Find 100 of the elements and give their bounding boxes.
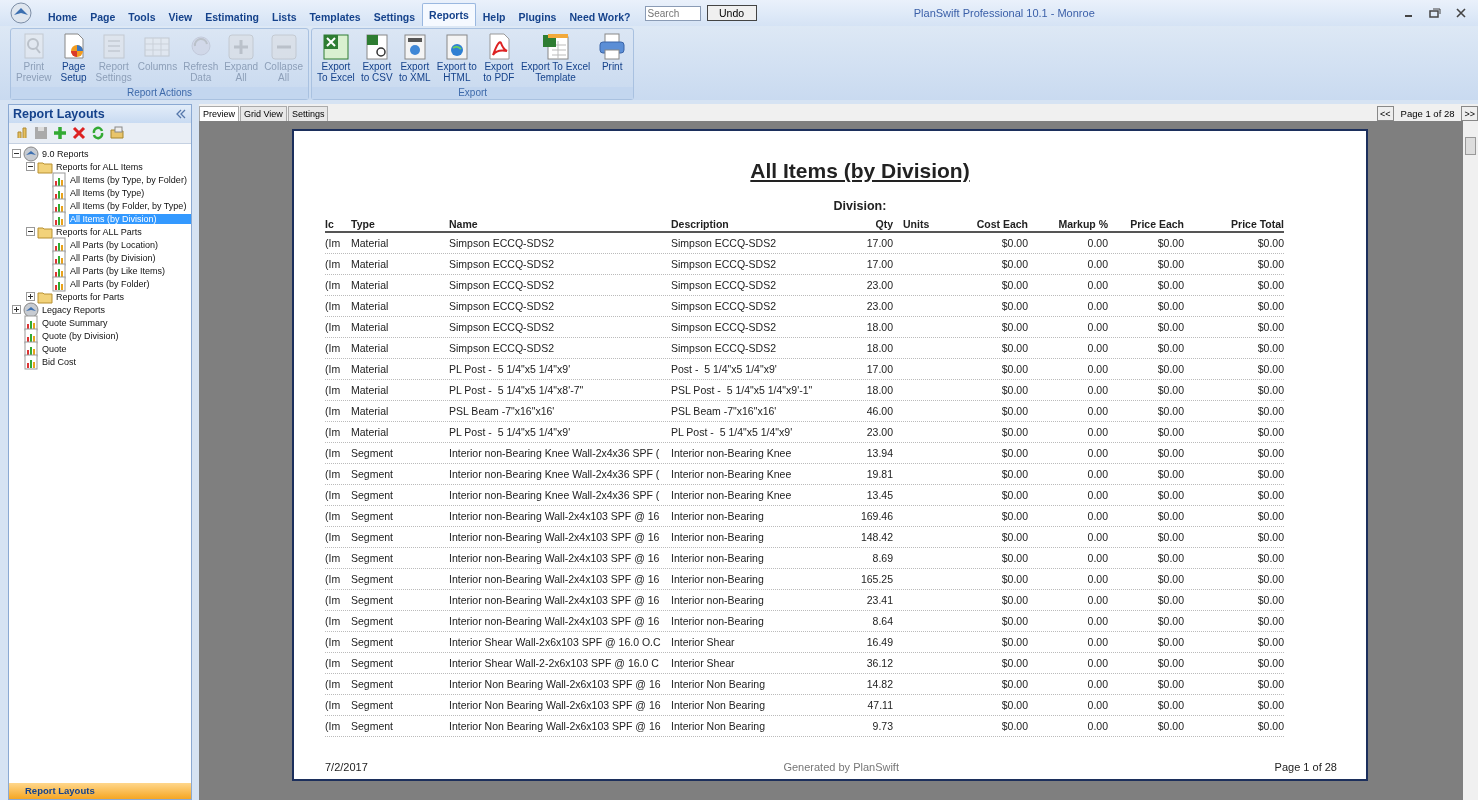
ribbon-button[interactable]: Export to HTML [433, 29, 480, 87]
table-cell-text: Segment [351, 489, 395, 501]
table-cell-text: 23.00 [865, 300, 893, 312]
folder-icon[interactable] [110, 126, 124, 140]
ribbon-button[interactable]: Export to XML [395, 29, 434, 87]
window-title: PlanSwift Professional 10.1 - Monroe [912, 7, 1096, 19]
table-cell-text: Simpson ECCQ-SDS2 [449, 279, 556, 291]
table-cell-text: 0.00 [1086, 552, 1108, 564]
table-cell-text: $0.00 [1156, 447, 1184, 459]
tree-item[interactable]: Quote Summary [41, 317, 109, 328]
table-cell-text: Simpson ECCQ-SDS2 [449, 321, 556, 333]
tree-item[interactable]: Quote (by Division) [41, 330, 120, 341]
table-cell-text: Interior non-Bearing [671, 510, 765, 522]
tree-item[interactable]: Reports for ALL Parts [55, 226, 143, 237]
tree-item[interactable]: 9.0 Reports [41, 148, 90, 159]
menu-tab[interactable]: Reports [422, 3, 476, 26]
ribbon-button[interactable]: Page Setup [54, 29, 93, 87]
undo-button[interactable]: Undo [706, 5, 757, 21]
tree-item[interactable]: Reports for Parts [55, 291, 126, 302]
menu-tab[interactable]: Home [42, 8, 84, 26]
menu-tab[interactable]: View [162, 8, 199, 26]
search-field[interactable]: Search [644, 5, 701, 21]
table-cell-text: (Im [325, 447, 342, 459]
collapse-icon[interactable] [26, 227, 35, 236]
preview-mode-tab[interactable]: Preview [199, 106, 239, 121]
expand-icon[interactable] [12, 305, 21, 314]
table-cell-text: Segment [351, 510, 395, 522]
ribbon-button[interactable]: Export To Excel [314, 29, 358, 87]
table-cell-text: $0.00 [1156, 552, 1184, 564]
ribbon-button[interactable]: Export to CSV [357, 29, 396, 87]
ribbon-button[interactable]: Print [593, 29, 632, 87]
add-icon[interactable] [53, 126, 67, 140]
table-cell-text: Segment [351, 657, 395, 669]
ribbon-button[interactable]: Export to PDF [479, 29, 518, 87]
group-label: Report Actions [11, 87, 309, 99]
tree-item[interactable]: All Parts (by Like Items) [69, 265, 167, 276]
tree-item[interactable]: All Items (by Folder, by Type) [69, 200, 188, 211]
table-cell-text: Interior non-Bearing Knee [671, 468, 793, 480]
table-cell-text: Segment [351, 468, 395, 480]
menu-tab[interactable]: Templates [303, 8, 367, 26]
tree-item[interactable]: All Parts (by Location) [69, 239, 160, 250]
table-cell-text: Interior Shear Wall-2-2x6x103 SPF @ 16.0 C [449, 657, 660, 669]
table-cell-text: $0.00 [1000, 342, 1028, 354]
table-cell-text: Interior non-Bearing [671, 552, 765, 564]
panel-footer-tab[interactable]: Report Layouts [9, 783, 191, 799]
table-cell-text: $0.00 [1256, 405, 1284, 417]
table-cell-text: Material [351, 342, 390, 354]
tree-item[interactable]: Reports for ALL Items [55, 161, 144, 172]
collapse-icon[interactable] [26, 162, 35, 171]
bar-chart-icon [51, 197, 67, 214]
menu-tab[interactable]: Settings [367, 8, 422, 26]
menu-tab[interactable]: Tools [122, 8, 162, 26]
table-cell-text: 0.00 [1086, 426, 1108, 438]
tree-item[interactable]: All Parts (by Division) [69, 252, 157, 263]
table-cell-text: Material [351, 426, 390, 438]
tree-item[interactable]: All Parts (by Folder) [69, 278, 151, 289]
table-cell-text: 8.64 [871, 615, 893, 627]
tree-item[interactable]: Quote [41, 343, 68, 354]
table-cell-text: Interior Non Bearing [671, 720, 766, 732]
menu-tab[interactable]: Plugins [512, 8, 563, 26]
table-cell-text: 17.00 [865, 237, 893, 249]
table-cell-text: $0.00 [1000, 615, 1028, 627]
table-cell-text: PSL Beam -7"x16"x16' [449, 405, 556, 417]
menu-tab[interactable]: Help [476, 8, 512, 26]
table-cell-text: $0.00 [1156, 615, 1184, 627]
report-title: All Items (by Division) [750, 159, 970, 183]
tree-item[interactable]: All Items (by Type, by Folder) [69, 174, 188, 185]
table-cell-text: $0.00 [1256, 237, 1284, 249]
restore-icon[interactable] [1428, 6, 1442, 20]
table-cell-text: $0.00 [1000, 405, 1028, 417]
table-cell-text: Interior non-Bearing Knee [671, 489, 793, 501]
menu-tab[interactable]: Lists [265, 8, 303, 26]
collapse-icon[interactable] [12, 149, 21, 158]
table-cell-text: (Im [325, 699, 342, 711]
tree-item[interactable]: Bid Cost [41, 356, 77, 367]
next-page-button[interactable]: >> [1461, 106, 1478, 121]
table-cell-text: 19.81 [865, 468, 893, 480]
expand-icon[interactable] [26, 292, 35, 301]
delete-icon[interactable] [72, 126, 86, 140]
previous-page-button[interactable]: << [1377, 106, 1394, 121]
table-cell-text: $0.00 [1000, 699, 1028, 711]
generator-note: Generated by PlanSwift [783, 761, 899, 773]
scroll-thumb[interactable] [1465, 137, 1476, 155]
scrollbar[interactable] [1463, 121, 1478, 800]
table-cell-text: $0.00 [1000, 321, 1028, 333]
ribbon-button[interactable]: Export To Excel Template [517, 29, 594, 87]
table-cell-text: (Im [325, 300, 342, 312]
close-icon[interactable] [1454, 6, 1468, 20]
menu-tab[interactable]: Need Work? [563, 8, 637, 26]
group-label: Export [312, 87, 634, 99]
table-cell-text: (Im [325, 720, 342, 732]
menu-tab[interactable]: Estimating [199, 8, 265, 26]
tree-item[interactable]: Legacy Reports [41, 304, 107, 315]
menu-tab[interactable]: Page [84, 8, 122, 26]
table-cell-text: $0.00 [1256, 279, 1284, 291]
table-cell-text: $0.00 [1256, 510, 1284, 522]
table-cell-text: $0.00 [1256, 300, 1284, 312]
preview-mode-tab[interactable]: Settings [287, 106, 329, 121]
tree-item[interactable]: All Items (by Type) [69, 187, 146, 198]
preview-mode-tab[interactable]: Grid View [240, 106, 287, 121]
